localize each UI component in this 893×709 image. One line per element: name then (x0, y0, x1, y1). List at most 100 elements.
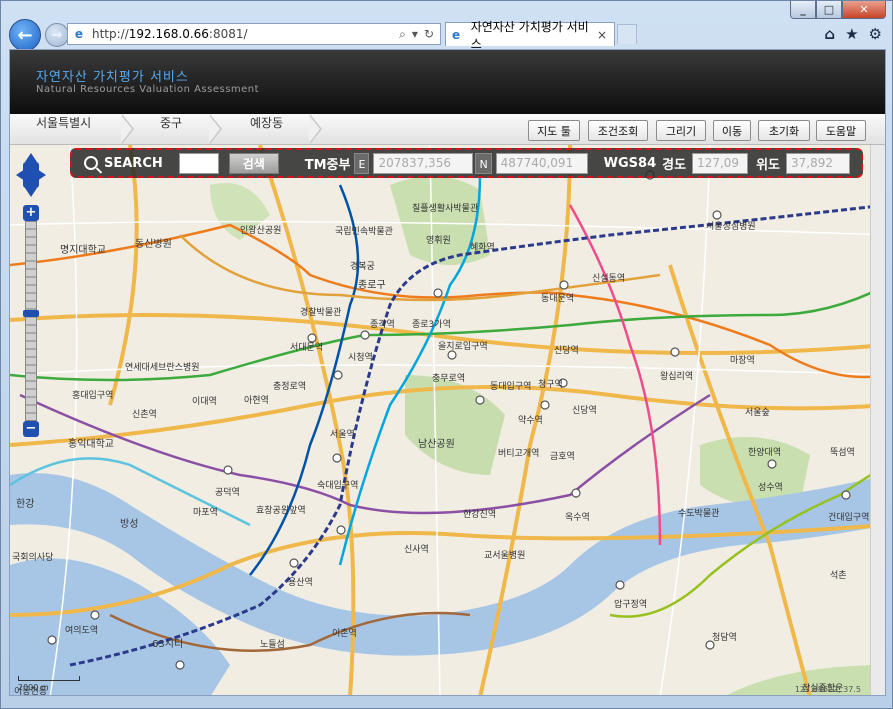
minimize-button[interactable]: _ (790, 1, 816, 19)
url-host: 192.168.0.66 (128, 27, 209, 41)
map-attribution: 이동현동 (14, 687, 48, 696)
map-scale-bar (18, 676, 80, 681)
address-tools: ⌕ ▾ ↻ (399, 27, 434, 42)
map-label: 동대입구역 (490, 382, 532, 392)
map-label: 한양대역 (748, 448, 782, 458)
breadcrumb-gu[interactable]: 중구 (160, 114, 182, 144)
breadcrumb-dong[interactable]: 예장동 (250, 114, 283, 144)
back-button[interactable]: ← (9, 19, 41, 51)
map-label: 홍대입구역 (72, 391, 114, 401)
northing-field[interactable]: 487740,091 (495, 152, 588, 174)
help-button[interactable]: 도움말 (816, 120, 866, 141)
zoom-in-button[interactable]: + (23, 205, 39, 221)
forward-button[interactable]: → (45, 23, 69, 47)
map-label: 이촌역 (332, 629, 357, 639)
search-icon (84, 156, 98, 170)
map-label: 서울숲 (745, 408, 770, 418)
dropdown-icon[interactable]: ▾ (412, 27, 418, 42)
map-label: 신당역 (554, 346, 579, 356)
n-label: N (475, 152, 492, 174)
map-label: 을지로입구역 (438, 342, 488, 352)
map-label: 신촌역 (132, 410, 157, 420)
url-prefix: http:// (92, 27, 129, 41)
map-label: 서대문역 (290, 343, 324, 353)
longitude-field[interactable]: 127,09 (692, 152, 749, 174)
coordinate-search-bar: SEARCH 검색 TM중부 E 207837,356 N 487740,091… (70, 148, 863, 178)
map-label: 신당역 (572, 406, 597, 416)
ie-page-icon: e (74, 27, 84, 41)
search-button[interactable]: 검색 (228, 152, 279, 174)
address-bar[interactable]: e http://192.168.0.66:8081/ ⌕ ▾ ↻ (67, 23, 441, 45)
close-window-button[interactable]: ✕ (842, 1, 886, 19)
condition-query-button[interactable]: 조건조회 (588, 120, 648, 141)
search-input[interactable] (178, 152, 219, 174)
site-banner: 자연자산 가치평가 서비스 Natural Resources Valuatio… (10, 50, 885, 114)
refresh-icon[interactable]: ↻ (424, 27, 434, 42)
pan-down-icon[interactable] (25, 188, 37, 197)
tm-label: TM중부 (304, 157, 351, 173)
search-icon[interactable]: ⌕ (399, 27, 406, 42)
map-label: 인왕산공원 (240, 226, 282, 236)
map-label: 건대입구역 (828, 513, 870, 523)
pan-control[interactable] (16, 153, 46, 197)
map-label: 공덕역 (215, 488, 240, 498)
tab-close-icon[interactable]: × (597, 28, 607, 42)
reset-button[interactable]: 초기화 (758, 120, 810, 141)
easting-field[interactable]: 207837,356 (373, 152, 474, 174)
favorites-icon[interactable]: ★ (845, 25, 858, 43)
maximize-button[interactable]: □ (816, 1, 842, 19)
map-label: 효창공원앞역 (256, 506, 306, 516)
map-label: 63시티 (152, 639, 184, 650)
latitude-field[interactable]: 37,892 (785, 152, 850, 174)
zoom-out-button[interactable]: − (23, 421, 39, 437)
settings-gear-icon[interactable]: ⚙ (869, 25, 882, 43)
new-tab-button[interactable] (617, 24, 637, 44)
map-label: 방성 (120, 519, 139, 530)
map-label: 옥수역 (565, 513, 590, 523)
map-label: 왕십리역 (660, 372, 694, 382)
breadcrumb-separator (209, 114, 222, 144)
map-coordinates-readout: 127.08622, 37.5 (794, 685, 861, 694)
tab-title: 자연자산 가치평가 서비스 (470, 19, 589, 51)
browser-tab[interactable]: e 자연자산 가치평가 서비스 × (445, 20, 615, 51)
search-label: SEARCH (84, 156, 163, 171)
map-label: 버티고개역 (498, 449, 540, 459)
wgs84-label: WGS84 (603, 155, 657, 171)
breadcrumb-sido[interactable]: 서울특별시 (36, 114, 91, 144)
map-label: 영휘원 (426, 236, 451, 246)
map-label: 경찰박물관 (300, 308, 342, 318)
zoom-slider[interactable] (23, 221, 39, 421)
map-label: 여의도역 (65, 626, 99, 636)
map-view[interactable]: 명지대학교 동신병원 인왕산공원 국립민속박물관 경복궁 종로구 칠플생활사박물… (10, 145, 885, 696)
map-label: 동대문역 (541, 294, 575, 304)
map-label: 종로3가역 (412, 320, 451, 330)
map-label: 종로구 (358, 280, 386, 291)
map-label: 한강진역 (463, 510, 497, 520)
map-label: 한강 (16, 499, 35, 510)
map-label: 경복궁 (350, 262, 375, 272)
window-controls: _ □ ✕ (790, 1, 886, 21)
ie-tab-icon: e (452, 27, 461, 42)
pan-left-icon[interactable] (16, 169, 25, 181)
site-subtitle: Natural Resources Valuation Assessment (36, 84, 260, 95)
e-label: E (354, 152, 370, 174)
map-label: 충정로역 (273, 382, 307, 392)
move-button[interactable]: 이동 (713, 120, 751, 141)
map-label: 국립민속박물관 (335, 227, 393, 237)
draw-button[interactable]: 그리기 (656, 120, 706, 141)
pan-right-icon[interactable] (37, 169, 46, 181)
browser-right-tools: ⌂ ★ ⚙ (824, 25, 882, 43)
map-label: 홍익대학교 (68, 439, 114, 450)
page-scrollbar[interactable] (870, 145, 885, 695)
map-label: 연세대세브란스병원 (125, 363, 200, 373)
zoom-slider-handle[interactable] (23, 310, 39, 317)
map-tool-button[interactable]: 지도 툴 (528, 120, 580, 141)
breadcrumb-separator (309, 114, 322, 144)
map-label: 아현역 (244, 396, 269, 406)
map-label: 시청역 (348, 353, 373, 363)
pan-up-icon[interactable] (25, 153, 37, 162)
home-icon[interactable]: ⌂ (824, 25, 835, 43)
page-content: 자연자산 가치평가 서비스 Natural Resources Valuatio… (9, 49, 886, 696)
map-label: 종각역 (370, 320, 395, 330)
latitude-label: 위도 (756, 157, 780, 173)
